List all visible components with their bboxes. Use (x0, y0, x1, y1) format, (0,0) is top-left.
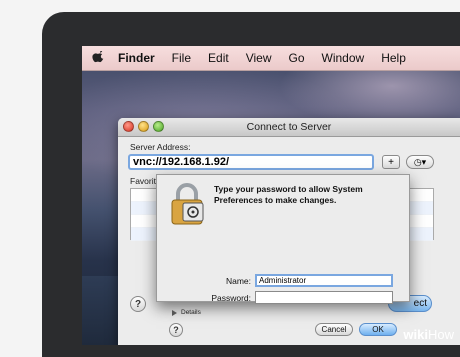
auth-help-button[interactable]: ? (169, 323, 183, 337)
menu-file[interactable]: File (172, 51, 191, 65)
help-button[interactable]: ? (130, 296, 146, 312)
minimize-button[interactable] (138, 121, 149, 132)
menu-finder[interactable]: Finder (118, 51, 155, 65)
desktop-screen: Finder File Edit View Go Window Help Con… (82, 46, 460, 345)
add-favorite-button[interactable]: + (382, 155, 400, 169)
window-title: Connect to Server (246, 121, 332, 133)
cancel-button[interactable]: Cancel (315, 323, 353, 336)
watermark: wikiHow (403, 327, 454, 342)
name-label: Name: (225, 276, 251, 286)
server-address-input[interactable]: vnc://192.168.1.92/ (128, 154, 374, 170)
apple-icon[interactable] (92, 51, 106, 65)
menu-view[interactable]: View (246, 51, 272, 65)
ok-button[interactable]: OK (359, 323, 397, 336)
close-button[interactable] (123, 121, 134, 132)
auth-message: Type your password to allow System Prefe… (214, 184, 363, 205)
watermark-bold: wiki (403, 327, 428, 342)
menu-bar: Finder File Edit View Go Window Help (82, 46, 460, 71)
password-label: Password: (211, 293, 251, 303)
recent-servers-button[interactable]: ◷▾ (406, 155, 434, 169)
favorite-servers-label: Favorit (130, 176, 156, 186)
password-field[interactable] (255, 291, 393, 304)
window-titlebar[interactable]: Connect to Server (118, 118, 460, 137)
server-address-label: Server Address: (130, 142, 191, 152)
menu-edit[interactable]: Edit (208, 51, 229, 65)
name-field[interactable]: Administrator (255, 274, 393, 287)
details-label[interactable]: Details (181, 309, 201, 316)
disclosure-triangle-icon[interactable] (171, 309, 178, 317)
clock-icon: ◷▾ (413, 157, 427, 167)
menu-go[interactable]: Go (289, 51, 305, 65)
menu-help[interactable]: Help (381, 51, 406, 65)
zoom-button[interactable] (153, 121, 164, 132)
lock-icon (171, 183, 204, 225)
authentication-dialog: Type your password to allow System Prefe… (156, 174, 410, 337)
menu-window[interactable]: Window (322, 51, 365, 65)
watermark-light: How (427, 327, 454, 342)
window-controls (123, 121, 164, 132)
